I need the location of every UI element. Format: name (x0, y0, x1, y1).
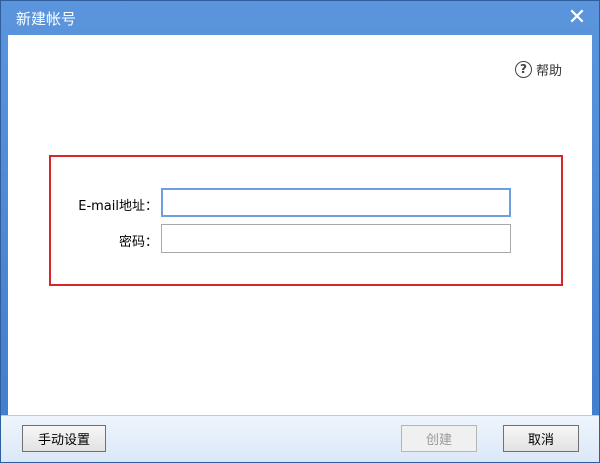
password-label: 密码： (118, 235, 158, 250)
help-link[interactable]: ? 帮助 (514, 59, 562, 79)
email-label: E-mail地址： (78, 199, 158, 214)
title-bar[interactable]: 新建帐号 ✕ (1, 1, 599, 35)
help-icon: ? (514, 60, 532, 78)
cancel-button[interactable]: 取消 (503, 425, 579, 452)
help-label: 帮助 (535, 63, 562, 79)
button-bar: 手动设置 创建 取消 (1, 415, 599, 462)
email-field[interactable] (161, 188, 511, 217)
manual-setup-button[interactable]: 手动设置 (22, 425, 106, 452)
window-title: 新建帐号 (16, 10, 77, 28)
form-highlight-box (49, 155, 563, 286)
close-icon[interactable]: ✕ (565, 6, 589, 30)
dialog-content: ? 帮助 E-mail地址： 密码： (8, 35, 592, 415)
new-account-dialog: 新建帐号 ✕ ? 帮助 E-mail地址： 密码： 手动设置 创建 取消 (0, 0, 600, 463)
password-field[interactable] (161, 224, 511, 253)
create-button[interactable]: 创建 (401, 425, 477, 452)
